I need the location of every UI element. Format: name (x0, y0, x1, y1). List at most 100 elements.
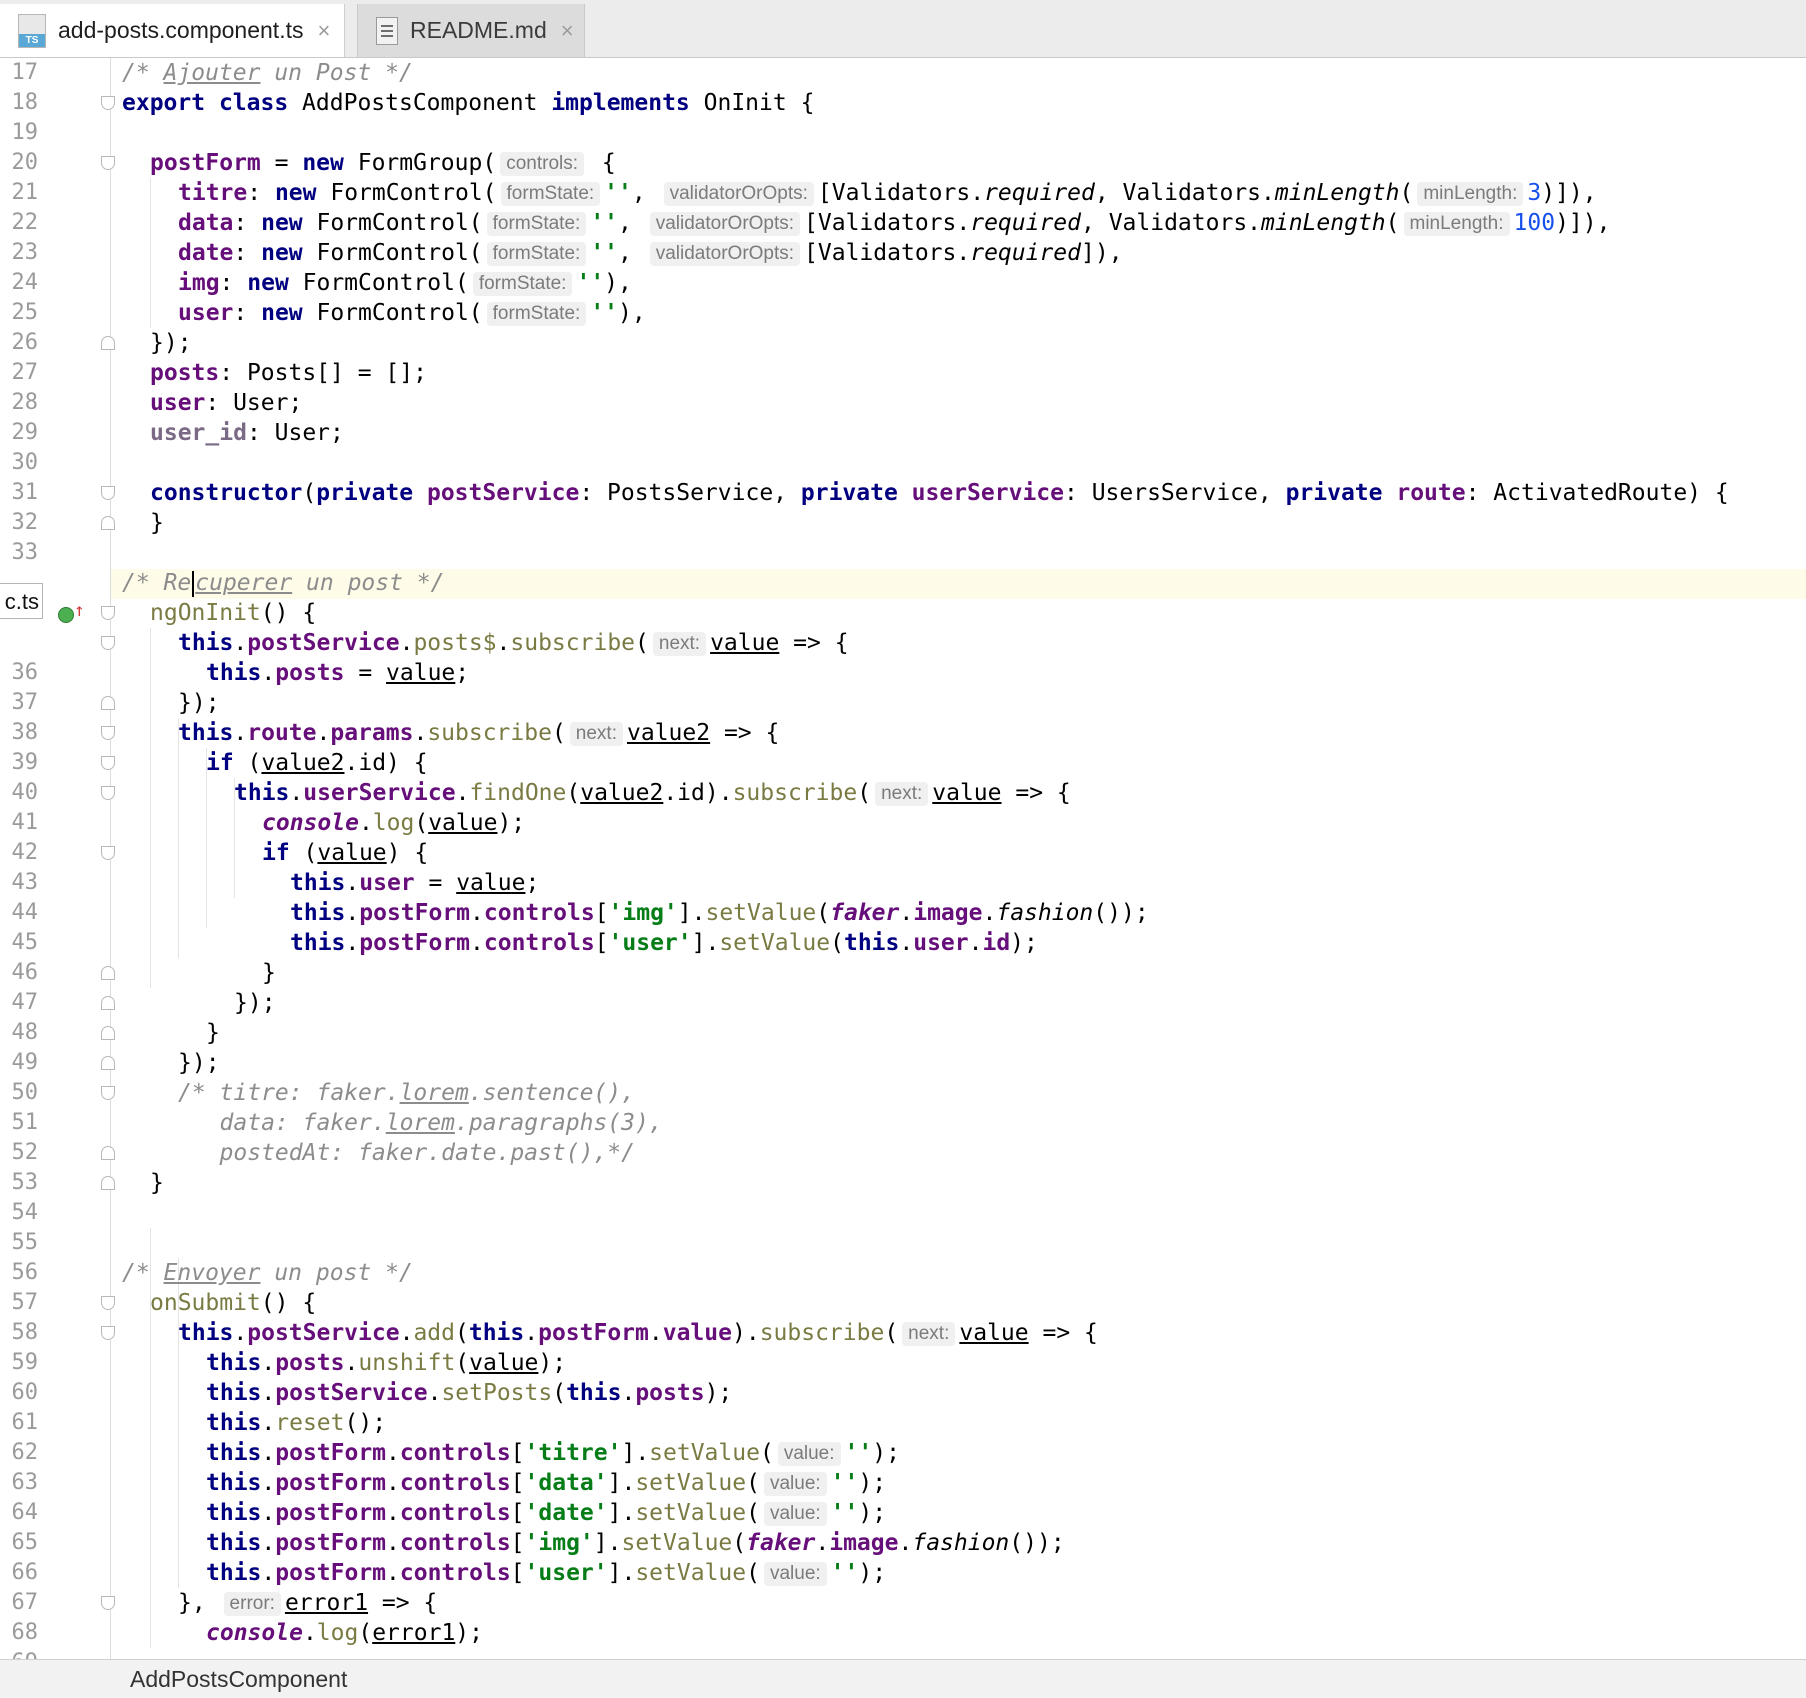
fold-marker[interactable] (101, 516, 115, 530)
code-line[interactable]: onSubmit() { (150, 1288, 316, 1318)
fold-marker[interactable] (101, 1326, 115, 1340)
code-text: . (899, 930, 914, 956)
fold-marker[interactable] (101, 1026, 115, 1040)
fold-marker[interactable] (101, 96, 115, 110)
line-number: 52 (11, 1140, 39, 1165)
code-text: . (345, 870, 360, 896)
code-line[interactable]: } (262, 958, 276, 988)
code-line[interactable]: this.postForm.controls['img'].setValue(f… (206, 1528, 1065, 1558)
code-line[interactable]: } (150, 508, 164, 538)
code-line[interactable]: this.postForm.controls['date'].setValue(… (206, 1498, 886, 1528)
code-text: . (470, 930, 484, 956)
code-line[interactable]: this.postForm.controls['img'].setValue(f… (290, 898, 1149, 928)
fold-marker[interactable] (101, 756, 115, 770)
implements-gutter-icon[interactable] (58, 607, 74, 623)
fold-marker[interactable] (101, 1146, 115, 1160)
fold-marker[interactable] (101, 606, 115, 620)
code-line[interactable]: this.postService.setPosts(this.posts); (206, 1378, 732, 1408)
fold-marker[interactable] (101, 846, 115, 860)
fold-marker[interactable] (101, 696, 115, 710)
code-line[interactable]: }); (150, 328, 192, 358)
field: console (262, 810, 359, 836)
code-text: . (261, 1530, 276, 1556)
code-line[interactable]: this.posts = value; (206, 658, 469, 688)
code-line[interactable]: date: new FormControl(formState: '', vali… (178, 238, 1123, 268)
fold-marker[interactable] (101, 786, 115, 800)
fold-marker[interactable] (101, 996, 115, 1010)
code-editor[interactable]: 17 18 19 20 21 22 23 24 25 26 27 28 29 3… (0, 58, 1806, 1659)
line-number: 55 (11, 1230, 39, 1255)
method: unshift (358, 1350, 456, 1376)
code-line[interactable]: if (value2.id) { (206, 748, 428, 778)
code-line[interactable]: console.log(value); (262, 808, 525, 838)
code-line[interactable]: /* Ajouter un Post */ (122, 58, 413, 88)
code-line[interactable]: this.route.params.subscribe(next: value2 … (178, 718, 779, 748)
code-line[interactable]: } (150, 1168, 164, 1198)
code-line[interactable]: this.userService.findOne(value2.id).subs… (234, 778, 1071, 808)
code-line[interactable]: ngOnInit() { (150, 598, 316, 628)
code-line[interactable]: this.postService.posts$.subscribe(next: v… (178, 628, 849, 658)
code-line[interactable]: data: faker.lorem.paragraphs(3), (178, 1108, 663, 1138)
code-line[interactable]: /* titre: faker.lorem.sentence(), (178, 1078, 635, 1108)
tab-readme[interactable]: README.md × (357, 4, 585, 57)
code-line[interactable]: export class AddPostsComponent implement… (122, 88, 814, 118)
code-line[interactable]: } (206, 1018, 220, 1048)
fold-marker[interactable] (101, 636, 115, 650)
code-line[interactable]: this.reset(); (206, 1408, 386, 1438)
code-line[interactable]: data: new FormControl(formState: '', vali… (178, 208, 1610, 238)
code-text: value (710, 630, 780, 656)
code-text: value (932, 780, 1002, 806)
fold-marker[interactable] (101, 1176, 115, 1190)
fold-marker[interactable] (101, 1596, 115, 1610)
fold-marker[interactable] (101, 156, 115, 170)
code-line[interactable]: postForm = new FormGroup(controls: { (150, 148, 616, 178)
code-text: . (898, 1530, 913, 1556)
code-line[interactable]: user_id: User; (150, 418, 344, 448)
code-line[interactable]: /* Envoyer un post */ (122, 1258, 413, 1288)
code-line[interactable]: this.postService.add(this.postForm.value… (178, 1318, 1098, 1348)
code-line[interactable]: }, error: error1 => { (178, 1588, 437, 1618)
fold-marker[interactable] (101, 1086, 115, 1100)
field: controls (399, 1500, 511, 1526)
code-text: . (455, 780, 470, 806)
comment: lorem (385, 1110, 455, 1136)
code-line[interactable]: posts: Posts[] = []; (150, 358, 427, 388)
code-line[interactable]: this.posts.unshift(value); (206, 1348, 566, 1378)
string: '' (590, 240, 619, 266)
code-line[interactable]: }); (234, 988, 276, 1018)
code-line[interactable]: this.postForm.controls['data'].setValue(… (206, 1468, 886, 1498)
code-line[interactable]: this.user = value; (290, 868, 539, 898)
breadcrumb[interactable]: AddPostsComponent (130, 1660, 347, 1698)
fold-marker[interactable] (101, 1056, 115, 1070)
code-line[interactable]: }); (178, 1048, 220, 1078)
code-line[interactable]: this.postForm.controls['user'].setValue(… (206, 1558, 886, 1588)
code-text: . (386, 1560, 400, 1586)
code-line[interactable]: titre: new FormControl(formState: '', val… (178, 178, 1597, 208)
line-number: 21 (11, 180, 39, 205)
code-line[interactable]: console.log(error1); (206, 1618, 483, 1648)
close-tab-icon[interactable]: × (561, 18, 574, 44)
code-line[interactable]: if (value) { (262, 838, 428, 868)
line-number-gutter: 17 18 19 20 21 22 23 24 25 26 27 28 29 3… (0, 58, 111, 1659)
code-line[interactable]: img: new FormControl(formState: ''), (178, 268, 632, 298)
code-line[interactable]: this.postForm.controls['user'].setValue(… (290, 928, 1038, 958)
fold-marker[interactable] (101, 486, 115, 500)
markdown-file-icon (376, 16, 398, 45)
code-line[interactable]: user: User; (150, 388, 302, 418)
string: 'data' (524, 1470, 608, 1496)
code-line[interactable]: this.postForm.controls['titre'].setValue… (206, 1438, 900, 1468)
close-tab-icon[interactable]: × (317, 18, 330, 44)
code-line[interactable]: /* Re cuperer un post */ (122, 568, 445, 598)
line-number: 57 (11, 1290, 39, 1315)
code-line[interactable]: constructor(private postService: PostsSe… (150, 478, 1729, 508)
tab-add-posts-component[interactable]: TS add-posts.component.ts × (0, 4, 345, 57)
fold-marker[interactable] (101, 336, 115, 350)
code-text: [Validators. (804, 240, 971, 266)
code-line[interactable]: postedAt: faker.date.past(),*/ (178, 1138, 635, 1168)
fold-marker[interactable] (101, 966, 115, 980)
code-line[interactable]: }); (178, 688, 220, 718)
code-line[interactable]: user: new FormControl(formState: ''), (178, 298, 646, 328)
comment: /* titre: faker. (178, 1080, 400, 1106)
fold-marker[interactable] (101, 726, 115, 740)
fold-marker[interactable] (101, 1296, 115, 1310)
